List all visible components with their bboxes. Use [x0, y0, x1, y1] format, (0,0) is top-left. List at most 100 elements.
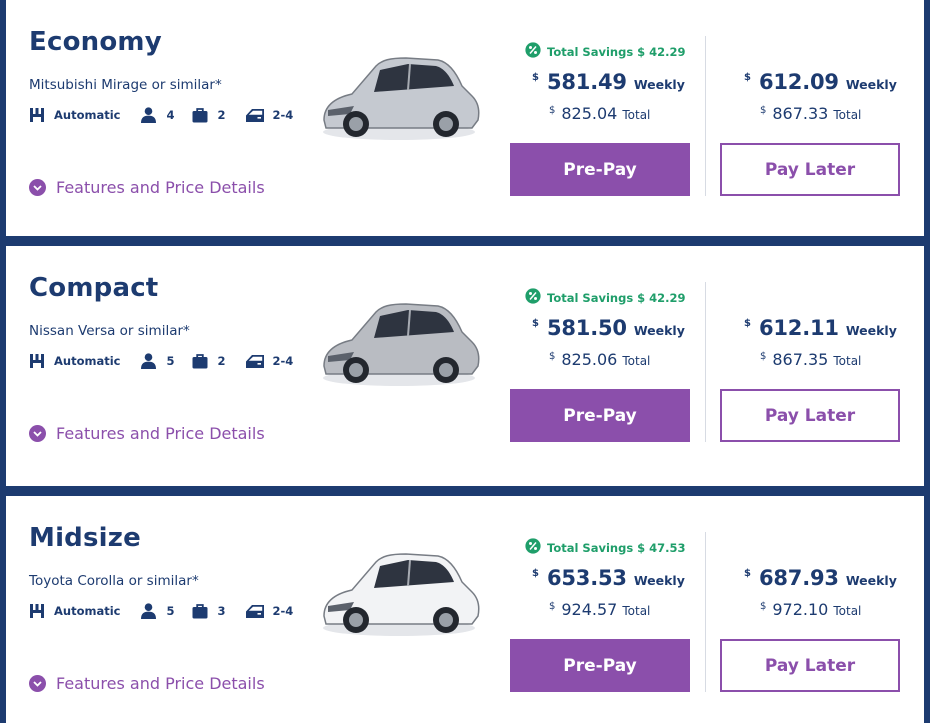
prepay-total-amount: 924.57	[561, 600, 618, 619]
vehicle-card: Midsize Toyota Corolla or similar* Autom…	[6, 496, 924, 723]
total-label: Total	[622, 108, 651, 122]
weekly-label: Weekly	[845, 573, 897, 588]
paylater-weekly-price: $ 612.11 Weekly	[744, 316, 897, 340]
paylater-button[interactable]: Pay Later	[720, 143, 900, 196]
weekly-label: Weekly	[845, 77, 897, 92]
vehicle-class-title: Midsize	[29, 523, 141, 553]
doors-count: 2-4	[272, 604, 294, 618]
total-savings: Total Savings $ 42.29	[525, 288, 686, 307]
paylater-weekly-price: $ 612.09 Weekly	[744, 70, 897, 94]
paylater-total-price: $ 972.10 Total	[760, 600, 861, 619]
person-icon	[140, 107, 166, 123]
total-savings-text: Total Savings $ 42.29	[547, 44, 686, 59]
bags-count: 2	[217, 354, 226, 368]
vehicle-specs: Automatic 5 2 2-4	[29, 352, 293, 370]
doors-count: 2-4	[272, 108, 294, 122]
car-image	[323, 553, 480, 636]
price-divider	[705, 282, 706, 442]
prepay-total-price: $ 825.04 Total	[549, 104, 650, 123]
transmission-icon	[29, 603, 54, 619]
seats-spec: 4	[140, 107, 175, 123]
bags-spec: 2	[192, 353, 226, 369]
currency-symbol: $	[760, 601, 767, 612]
weekly-label: Weekly	[633, 573, 685, 588]
vehicle-specs: Automatic 5 3 2-4	[29, 602, 293, 620]
currency-symbol: $	[532, 318, 539, 329]
paylater-total-amount: 972.10	[772, 600, 829, 619]
bags-spec: 3	[192, 603, 226, 619]
doors-count: 2-4	[272, 354, 294, 368]
prepay-weekly-amount: 653.53	[546, 566, 627, 590]
currency-symbol: $	[549, 105, 556, 116]
paylater-total-price: $ 867.35 Total	[760, 350, 861, 369]
prepay-button[interactable]: Pre-Pay	[510, 639, 690, 692]
total-savings: Total Savings $ 42.29	[525, 42, 686, 61]
weekly-label: Weekly	[633, 77, 685, 92]
chevron-down-icon	[29, 675, 46, 692]
vehicle-class-title: Compact	[29, 273, 159, 303]
transmission-icon	[29, 107, 54, 123]
car-image	[323, 57, 480, 140]
seats-count: 5	[166, 604, 175, 618]
paylater-weekly-amount: 612.09	[758, 70, 839, 94]
total-label: Total	[622, 354, 651, 368]
vehicle-specs: Automatic 4 2 2-4	[29, 106, 293, 124]
total-label: Total	[833, 604, 862, 618]
transmission-spec: Automatic	[29, 603, 120, 619]
prepay-weekly-price: $ 581.50 Weekly	[532, 316, 685, 340]
doors-spec: 2-4	[245, 604, 294, 619]
paylater-weekly-amount: 687.93	[758, 566, 839, 590]
transmission-spec: Automatic	[29, 353, 120, 369]
currency-symbol: $	[744, 72, 751, 83]
features-label: Features and Price Details	[56, 424, 265, 443]
transmission-label: Automatic	[54, 604, 121, 618]
percent-badge-icon	[525, 42, 541, 61]
prepay-button[interactable]: Pre-Pay	[510, 143, 690, 196]
chevron-down-icon	[29, 425, 46, 442]
prepay-button[interactable]: Pre-Pay	[510, 389, 690, 442]
paylater-total-price: $ 867.33 Total	[760, 104, 861, 123]
paylater-button[interactable]: Pay Later	[720, 389, 900, 442]
vehicle-model: Nissan Versa or similar*	[29, 323, 190, 339]
doors-spec: 2-4	[245, 354, 294, 369]
car-door-icon	[245, 604, 273, 619]
vehicle-class-title: Economy	[29, 27, 162, 57]
weekly-label: Weekly	[633, 323, 685, 338]
suitcase-icon	[192, 353, 218, 369]
bags-count: 3	[217, 604, 226, 618]
currency-symbol: $	[549, 351, 556, 362]
paylater-total-amount: 867.35	[772, 350, 829, 369]
car-image	[323, 303, 480, 386]
features-and-price-details-toggle[interactable]: Features and Price Details	[29, 424, 265, 443]
prepay-weekly-amount: 581.50	[546, 316, 627, 340]
vehicle-card: Economy Mitsubishi Mirage or similar* Au…	[6, 0, 924, 236]
price-divider	[705, 532, 706, 692]
features-label: Features and Price Details	[56, 178, 265, 197]
currency-symbol: $	[760, 351, 767, 362]
total-label: Total	[833, 108, 862, 122]
percent-badge-icon	[525, 538, 541, 557]
currency-symbol: $	[744, 568, 751, 579]
transmission-label: Automatic	[54, 108, 121, 122]
total-savings: Total Savings $ 47.53	[525, 538, 686, 557]
seats-count: 5	[166, 354, 175, 368]
features-and-price-details-toggle[interactable]: Features and Price Details	[29, 178, 265, 197]
features-and-price-details-toggle[interactable]: Features and Price Details	[29, 674, 265, 693]
doors-spec: 2-4	[245, 108, 294, 123]
transmission-label: Automatic	[54, 354, 121, 368]
bags-spec: 2	[192, 107, 226, 123]
prepay-total-amount: 825.04	[561, 104, 618, 123]
weekly-label: Weekly	[845, 323, 897, 338]
total-label: Total	[833, 354, 862, 368]
chevron-down-icon	[29, 179, 46, 196]
paylater-total-amount: 867.33	[772, 104, 829, 123]
prepay-weekly-price: $ 581.49 Weekly	[532, 70, 685, 94]
currency-symbol: $	[744, 318, 751, 329]
price-divider	[705, 36, 706, 196]
currency-symbol: $	[532, 72, 539, 83]
car-door-icon	[245, 354, 273, 369]
prepay-weekly-price: $ 653.53 Weekly	[532, 566, 685, 590]
suitcase-icon	[192, 603, 218, 619]
paylater-button[interactable]: Pay Later	[720, 639, 900, 692]
total-savings-text: Total Savings $ 42.29	[547, 290, 686, 305]
